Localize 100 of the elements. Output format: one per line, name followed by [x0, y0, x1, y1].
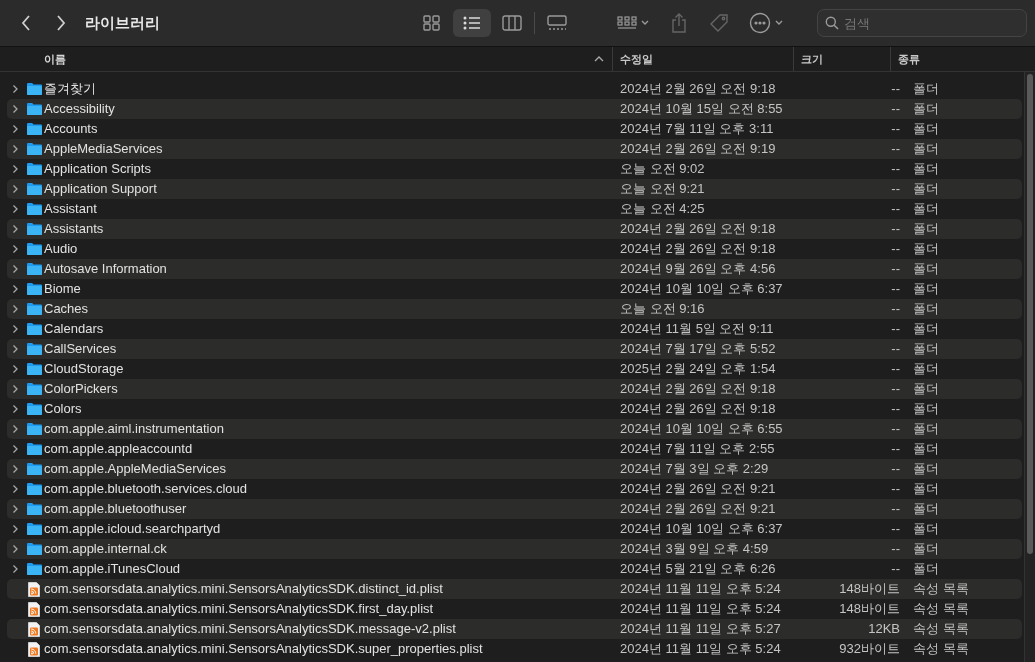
file-row[interactable]: AppleMediaServices 2024년 2월 26일 오전 9:19 -- 폴더: [7, 139, 1022, 159]
file-name: com.apple.iTunesCloud: [44, 560, 182, 579]
file-size: --: [890, 300, 900, 319]
search-field[interactable]: 검색: [817, 9, 1027, 37]
file-kind: 폴더: [913, 220, 939, 239]
modified-date: 2024년 2월 26일 오전 9:18: [620, 380, 777, 399]
file-kind: 속성 목록: [913, 600, 969, 619]
view-mode-button[interactable]: [453, 9, 491, 37]
file-row[interactable]: Application Scripts 오늘 오전 9:02 -- 폴더: [7, 159, 1022, 179]
folder-icon: [26, 403, 42, 415]
modified-date: 2024년 2월 26일 오전 9:19: [620, 140, 777, 159]
folder-icon: [26, 363, 42, 375]
file-row[interactable]: Accounts 2024년 7월 11일 오후 3:11 -- 폴더: [7, 119, 1022, 139]
file-kind: 폴더: [913, 240, 939, 259]
file-kind: 폴더: [913, 500, 939, 519]
file-row[interactable]: com.apple.AppleMediaServices 2024년 7월 3일 오후 2:29 -- 폴더: [7, 459, 1022, 479]
window-title: 라이브러리: [85, 12, 160, 33]
file-row[interactable]: com.apple.appleaccountd 2024년 7월 11일 오후 2:55 -- 폴더: [7, 439, 1022, 459]
file-kind: 폴더: [913, 120, 939, 139]
file-row[interactable]: com.sensorsdata.analytics.mini.SensorsAnalyticsSDK.message-v2.plist 2024년 11월 11일 오후 5:27 12KB 속성 목록: [7, 619, 1022, 639]
file-row[interactable]: com.apple.icloud.searchpartyd 2024년 10월 10일 오후 6:37 -- 폴더: [7, 519, 1022, 539]
folder-icon: [26, 423, 42, 435]
folder-icon: [26, 523, 42, 535]
file-row[interactable]: Accessibility 2024년 10월 15일 오전 8:55 -- 폴더: [7, 99, 1022, 119]
file-name: ColorPickers: [44, 380, 119, 399]
file-size: --: [890, 160, 900, 179]
chevron-down-icon: [775, 20, 783, 26]
file-row[interactable]: Audio 2024년 2월 26일 오전 9:18 -- 폴더: [7, 239, 1022, 259]
folder-icon: [26, 343, 42, 355]
file-kind: 폴더: [913, 400, 939, 419]
file-size: --: [890, 280, 900, 299]
file-kind: 폴더: [913, 520, 939, 539]
column-header[interactable]: 크기: [801, 50, 823, 68]
folder-icon: [26, 83, 42, 95]
document-feed-icon: [28, 601, 40, 617]
folder-icon: [26, 463, 42, 475]
document-feed-icon: [28, 581, 40, 597]
file-kind: 폴더: [913, 160, 939, 179]
file-row[interactable]: Assistants 2024년 2월 26일 오전 9:18 -- 폴더: [7, 219, 1022, 239]
file-row[interactable]: Application Support 오늘 오전 9:21 -- 폴더: [7, 179, 1022, 199]
file-name: com.apple.aiml.instrumentation: [44, 420, 225, 439]
file-size: --: [890, 520, 900, 539]
file-row[interactable]: CallServices 2024년 7월 17일 오후 5:52 -- 폴더: [7, 339, 1022, 359]
file-name: com.apple.AppleMediaServices: [44, 460, 228, 479]
file-kind: 폴더: [913, 560, 939, 579]
folder-icon: [26, 103, 42, 115]
modified-date: 2024년 7월 17일 오후 5:52: [620, 340, 777, 359]
file-row[interactable]: com.apple.aiml.instrumentation 2024년 10월 10일 오후 6:55 -- 폴더: [7, 419, 1022, 439]
modified-date: 2024년 2월 26일 오전 9:21: [620, 500, 777, 519]
modified-date: 2024년 3월 9일 오후 4:59: [620, 540, 770, 559]
file-size: --: [890, 440, 900, 459]
list-icon: [462, 15, 482, 31]
file-size: --: [890, 460, 900, 479]
column-header[interactable]: 수정일: [620, 50, 653, 68]
file-kind: 폴더: [913, 460, 939, 479]
file-row[interactable]: com.apple.internal.ck 2024년 3월 9일 오후 4:59 -- 폴더: [7, 539, 1022, 559]
folder-icon: [26, 483, 42, 495]
file-row[interactable]: com.apple.bluetoothuser 2024년 2월 26일 오전 9:21 -- 폴더: [7, 499, 1022, 519]
file-row[interactable]: com.apple.bluetooth.services.cloud 2024년 2월 26일 오전 9:21 -- 폴더: [7, 479, 1022, 499]
folder-icon: [26, 183, 42, 195]
scrollbar[interactable]: [1024, 72, 1035, 662]
file-name: Application Scripts: [44, 160, 152, 179]
file-name: Autosave Information: [44, 260, 168, 279]
file-row[interactable]: Biome 2024년 10월 10일 오후 6:37 -- 폴더: [7, 279, 1022, 299]
file-kind: 폴더: [913, 260, 939, 279]
document-feed-icon: [28, 641, 40, 657]
file-row[interactable]: Autosave Information 2024년 9월 26일 오후 4:56 -- 폴더: [7, 259, 1022, 279]
column-header[interactable]: 이름: [44, 50, 66, 68]
file-row[interactable]: com.apple.iTunesCloud 2024년 5월 21일 오후 6:26 -- 폴더: [7, 559, 1022, 579]
folder-icon: [26, 443, 42, 455]
file-kind: 폴더: [913, 540, 939, 559]
file-row[interactable]: Colors 2024년 2월 26일 오전 9:18 -- 폴더: [7, 399, 1022, 419]
file-size: --: [890, 80, 900, 99]
file-kind: 폴더: [913, 200, 939, 219]
modified-date: 2024년 10월 10일 오후 6:55: [620, 420, 784, 439]
file-size: 148바이트: [838, 580, 900, 599]
folder-icon: [26, 243, 42, 255]
file-row[interactable]: 즐겨찾기 2024년 2월 26일 오전 9:18 -- 폴더: [7, 79, 1022, 99]
file-size: --: [890, 120, 900, 139]
file-row[interactable]: com.sensorsdata.analytics.mini.SensorsAnalyticsSDK.distinct_id.plist 2024년 11월 11일 오후 5:24 148바이트 속성 목록: [7, 579, 1022, 599]
file-size: --: [890, 360, 900, 379]
modified-date: 2024년 11월 11일 오후 5:24: [620, 580, 782, 599]
file-row[interactable]: com.sensorsdata.analytics.mini.SensorsAnalyticsSDK.super_properties.plist 2024년 11월 11일 오후 5:24 932바이트 속성 목록: [7, 639, 1022, 659]
file-row[interactable]: Calendars 2024년 11월 5일 오전 9:11 -- 폴더: [7, 319, 1022, 339]
folder-icon: [26, 263, 42, 275]
file-row[interactable]: Assistant 오늘 오전 4:25 -- 폴더: [7, 199, 1022, 219]
search-icon: [825, 16, 839, 30]
file-name: Accounts: [44, 120, 99, 139]
file-row[interactable]: ColorPickers 2024년 2월 26일 오전 9:18 -- 폴더: [7, 379, 1022, 399]
file-row[interactable]: CloudStorage 2025년 2월 24일 오후 1:54 -- 폴더: [7, 359, 1022, 379]
file-row[interactable]: com.sensorsdata.analytics.mini.SensorsAnalyticsSDK.first_day.plist 2024년 11월 11일 오후 5:24 148바이트 속성 목록: [7, 599, 1022, 619]
file-size: --: [890, 380, 900, 399]
file-kind: 폴더: [913, 440, 939, 459]
file-row[interactable]: Caches 오늘 오전 9:16 -- 폴더: [7, 299, 1022, 319]
modified-date: 2024년 10월 10일 오후 6:37: [620, 520, 784, 539]
modified-date: 2024년 10월 10일 오후 6:37: [620, 280, 784, 299]
file-name: Caches: [44, 300, 90, 319]
file-kind: 폴더: [913, 280, 939, 299]
column-header[interactable]: 종류: [898, 50, 920, 68]
folder-icon: [26, 123, 42, 135]
